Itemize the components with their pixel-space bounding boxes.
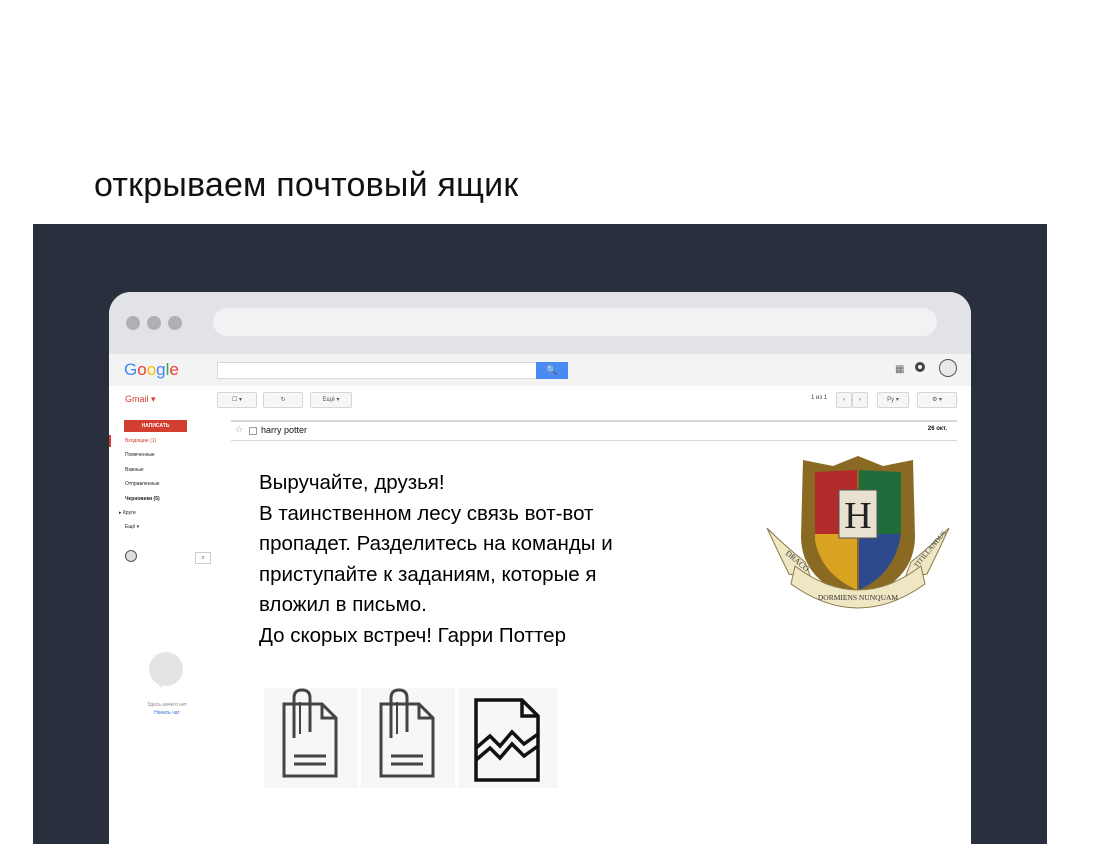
mail-search-input[interactable] xyxy=(217,362,537,379)
select-checkbox-button[interactable]: ☐ ▾ xyxy=(217,392,257,408)
star-icon[interactable]: ☆ xyxy=(235,424,243,435)
chat-search-icon[interactable]: ⌕ xyxy=(195,552,211,564)
attachment-file-1[interactable] xyxy=(264,688,358,788)
slide-title: открываем почтовый ящик xyxy=(94,166,519,204)
settings-button[interactable]: ⚙ ▾ xyxy=(917,392,957,408)
window-dot-icon[interactable] xyxy=(147,316,161,330)
apps-grid-icon[interactable]: ▦ xyxy=(895,364,904,375)
chat-avatar[interactable] xyxy=(125,550,137,562)
address-bar[interactable] xyxy=(213,308,937,336)
message-date: 26 окт. xyxy=(927,426,947,432)
notifications-icon[interactable] xyxy=(915,362,925,372)
sidebar-item-circles[interactable]: ▸ Круги xyxy=(119,510,136,516)
sidebar-item-starred[interactable]: Помеченные xyxy=(125,452,155,458)
message-line: В таинственном лесу связь вот-вот xyxy=(259,501,594,525)
google-logo[interactable]: Google xyxy=(124,360,179,380)
crest-banner-text: DORMIENS NUNQUAM xyxy=(818,593,899,602)
sidebar-item-important[interactable]: Важные xyxy=(125,467,144,473)
message-line: приступайте к заданиям, которые я xyxy=(259,562,597,586)
compose-button[interactable]: НАПИСАТЬ xyxy=(124,420,187,432)
message-subject: harry potter xyxy=(261,425,308,435)
gmail-menu-label[interactable]: Gmail ▾ xyxy=(125,394,156,405)
window-dot-icon[interactable] xyxy=(126,316,140,330)
start-chat-link[interactable]: Начать чат xyxy=(129,710,205,716)
sidebar-item-drafts[interactable]: Черновики (5) xyxy=(125,496,160,502)
sidebar-item-more[interactable]: Ещё ▾ xyxy=(125,524,139,530)
attachment-icon xyxy=(282,688,338,778)
message-body: Выручайте, друзья! В таинственном лесу с… xyxy=(259,468,759,651)
refresh-button[interactable]: ↻ xyxy=(263,392,303,408)
attachment-icon xyxy=(379,688,435,778)
sidebar-item-inbox[interactable]: Входящие (1) xyxy=(125,438,156,444)
mail-toolbar: Gmail ▾ ☐ ▾ ↻ Ещё ▾ 1 из 1 ‹ › Ру ▾ ⚙ ▾ xyxy=(109,386,971,414)
hangouts-icon xyxy=(149,652,183,688)
hogwarts-crest-icon: H DRACO DORMIENS NUNQUAM TITILLANDUS xyxy=(766,456,950,609)
sidebar-item-sent[interactable]: Отправленные xyxy=(125,481,160,487)
message-line: вложил в письмо. xyxy=(259,593,427,616)
attachment-file-3[interactable] xyxy=(458,688,558,788)
next-page-button[interactable]: › xyxy=(852,392,868,408)
prev-page-button[interactable]: ‹ xyxy=(836,392,852,408)
broken-file-icon xyxy=(474,698,540,782)
message-line: Выручайте, друзья! xyxy=(259,471,445,494)
message-subject-row: ☆ harry potter 26 окт. xyxy=(231,420,957,441)
crest-letter: H xyxy=(844,495,871,537)
active-folder-indicator xyxy=(109,435,111,447)
more-button[interactable]: Ещё ▾ xyxy=(310,392,352,408)
window-dot-icon[interactable] xyxy=(168,316,182,330)
account-avatar[interactable] xyxy=(939,359,957,377)
message-line: пропадет. Разделитесь на команды и xyxy=(259,532,613,555)
browser-top-bar xyxy=(109,292,971,354)
label-icon[interactable] xyxy=(249,427,257,435)
chat-empty-text: Здесь ничего нет xyxy=(147,702,187,708)
pager-count: 1 из 1 xyxy=(811,395,828,401)
search-button[interactable]: 🔍 xyxy=(536,362,568,379)
message-line: До скорых встреч! Гарри Поттер xyxy=(259,623,566,647)
attachment-file-2[interactable] xyxy=(361,688,455,788)
mail-sidebar: НАПИСАТЬ Входящие (1) Помеченные Важные … xyxy=(109,414,217,844)
browser-window: Google 🔍 ▦ Gmail ▾ ☐ ▾ ↻ Ещё ▾ 1 из 1 ‹ … xyxy=(109,292,971,844)
language-button[interactable]: Ру ▾ xyxy=(877,392,909,408)
gmail-header: Google 🔍 ▦ xyxy=(109,354,971,386)
